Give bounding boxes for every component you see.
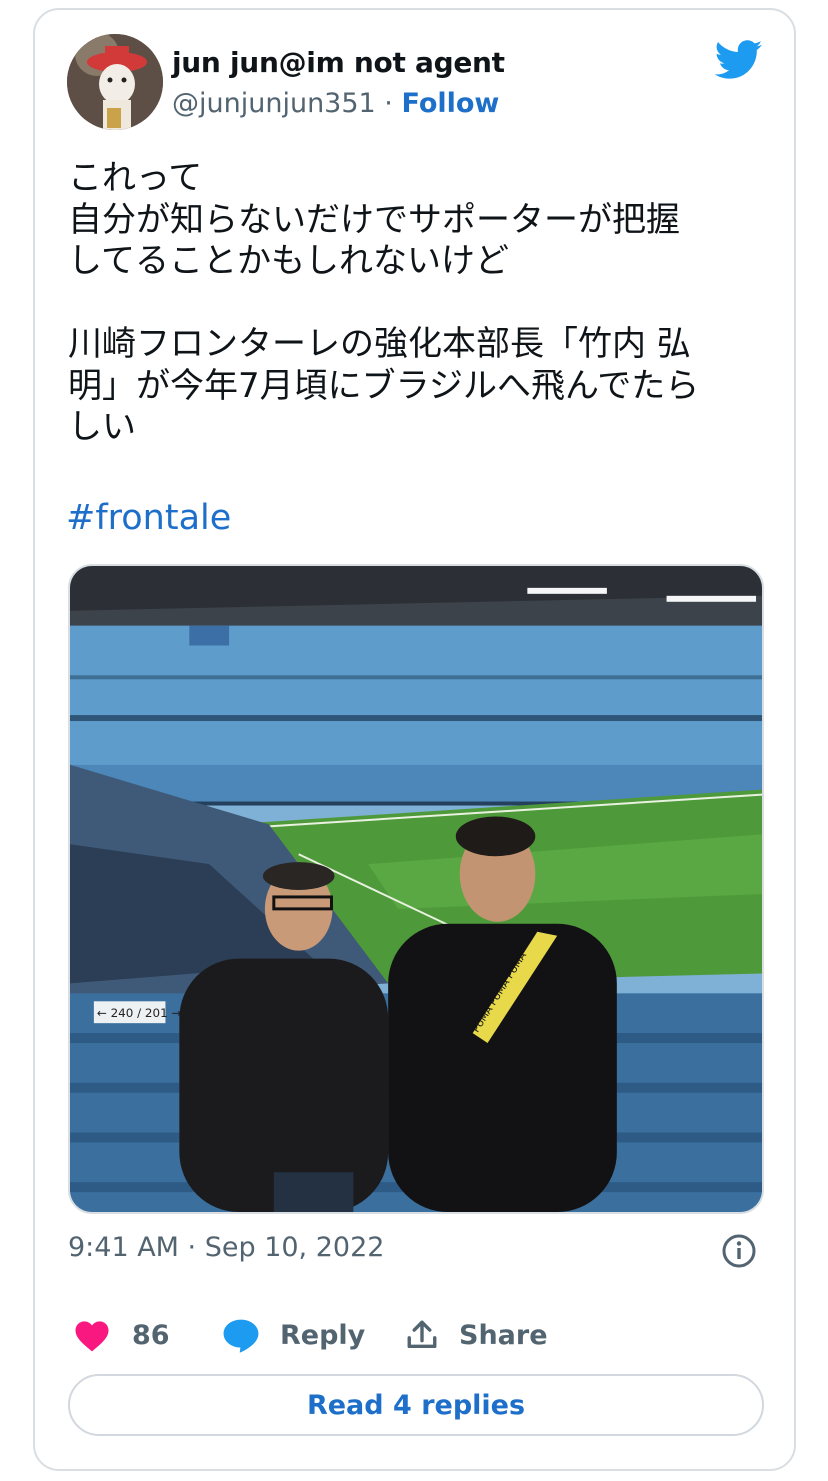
heart-icon: [75, 1320, 109, 1351]
read-replies-button[interactable]: Read 4 replies: [68, 1374, 764, 1436]
share-icon: [407, 1320, 437, 1349]
stand-sign: ← 240 / 201 →: [97, 1006, 182, 1020]
handle-separator: ·: [375, 88, 402, 119]
like-count: 86: [132, 1319, 170, 1351]
share-button[interactable]: Share: [405, 1310, 548, 1360]
tweet-timestamp[interactable]: 9:41 AM · Sep 10, 2022: [68, 1232, 384, 1263]
handle-row: @junjunjun351 · Follow: [172, 88, 499, 119]
hashtag-link[interactable]: #frontale: [66, 498, 231, 538]
reply-label: Reply: [280, 1319, 366, 1351]
author-name[interactable]: jun jun@im not agent: [172, 46, 505, 79]
author-avatar[interactable]: [67, 34, 163, 130]
author-handle[interactable]: @junjunjun351: [172, 88, 376, 119]
share-label: Share: [459, 1319, 548, 1351]
tweet-actions: 86 Reply Share: [68, 1310, 768, 1360]
reply-bubble-icon: [223, 1319, 259, 1353]
tweet-photo[interactable]: ← 240 / 201 → PUMA PUMA PUMA: [68, 564, 764, 1214]
follow-link[interactable]: Follow: [401, 88, 499, 119]
twitter-bird-icon[interactable]: [714, 40, 763, 80]
info-icon[interactable]: [721, 1233, 757, 1269]
tweet-text: これって 自分が知らないだけでサポーターが把握 してることかもしれないけど 川崎…: [68, 158, 700, 447]
tweet-card: jun jun@im not agent @junjunjun351 · Fol…: [33, 8, 796, 1471]
reply-button[interactable]: Reply: [222, 1310, 365, 1360]
like-button[interactable]: 86: [74, 1310, 170, 1360]
